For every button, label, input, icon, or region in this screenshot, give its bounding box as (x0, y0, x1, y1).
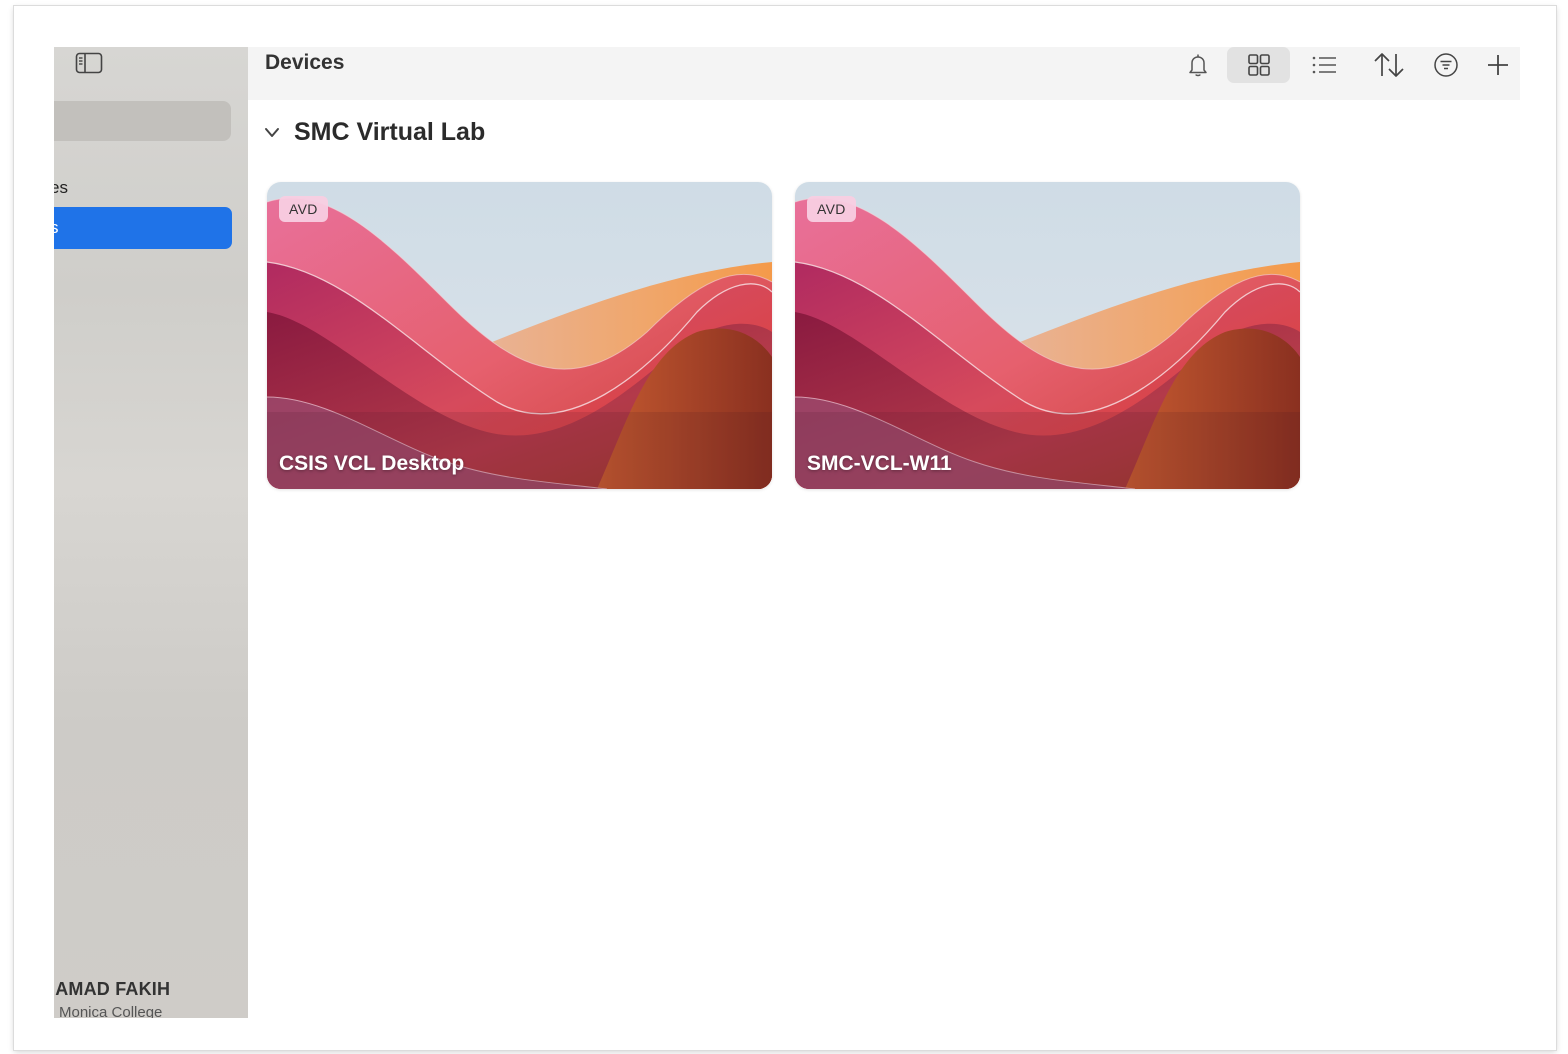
notifications-button[interactable] (1180, 47, 1216, 83)
sort-button[interactable] (1371, 47, 1407, 83)
device-card[interactable]: AVD CSIS VCL Desktop (267, 182, 772, 489)
sort-icon (1374, 53, 1404, 77)
device-name: SMC-VCL-W11 (807, 452, 952, 475)
filter-icon (1434, 53, 1458, 77)
toolbar: Devices (248, 47, 1520, 101)
sidebar: es s IAMAD FAKIH Monica College (54, 47, 249, 1018)
user-name[interactable]: IAMAD FAKIH (54, 979, 170, 1000)
grid-view-button[interactable] (1227, 47, 1290, 83)
group-title: SMC Virtual Lab (294, 118, 486, 146)
filter-button[interactable] (1428, 47, 1464, 83)
sidebar-search-field[interactable] (54, 101, 231, 141)
chevron-down-icon (265, 127, 279, 137)
grid-view-icon (1247, 54, 1270, 76)
device-card[interactable]: AVD SMC-VCL-W11 (795, 182, 1300, 489)
wallpaper-thumbnail (795, 182, 1300, 489)
plus-icon (1488, 55, 1508, 75)
sidebar-item-label: es (54, 178, 68, 197)
sidebar-item-label: s (54, 218, 59, 238)
user-organization: Monica College (59, 1004, 163, 1018)
sidebar-item-devices[interactable]: s (54, 207, 232, 249)
add-button[interactable] (1480, 47, 1516, 83)
device-type-badge: AVD (807, 196, 856, 222)
list-view-button[interactable] (1306, 47, 1342, 83)
list-view-icon (1312, 56, 1336, 74)
sidebar-toggle-button[interactable] (74, 51, 104, 75)
group-header[interactable]: SMC Virtual Lab (262, 118, 485, 147)
device-name: CSIS VCL Desktop (279, 452, 465, 475)
wallpaper-thumbnail (267, 182, 772, 489)
device-type-badge: AVD (279, 196, 328, 222)
sidebar-toggle-icon (75, 52, 103, 74)
page-title: Devices (265, 51, 345, 74)
bell-icon (1189, 54, 1207, 77)
sidebar-item-favorites[interactable]: es (54, 167, 230, 209)
main-content: SMC Virtual Lab AVD CSIS VCL Desktop AVD… (248, 100, 1520, 1018)
